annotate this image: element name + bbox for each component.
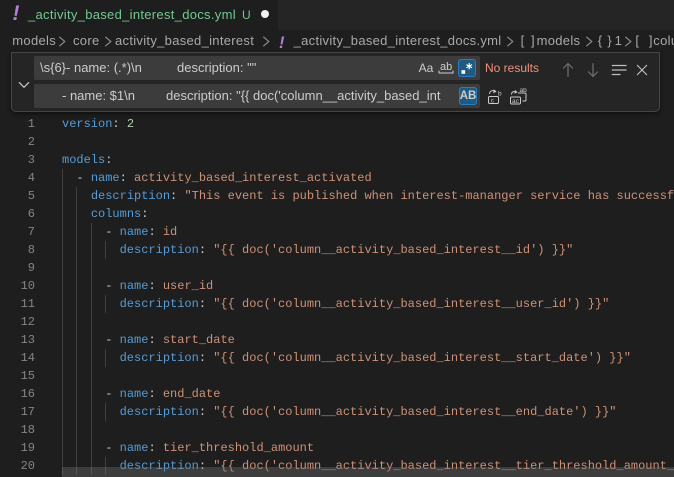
svg-text:ab: ab [440, 61, 452, 73]
svg-text:ab: ab [520, 88, 528, 94]
svg-text:b: b [498, 91, 502, 98]
svg-text:ac: ac [512, 98, 520, 105]
